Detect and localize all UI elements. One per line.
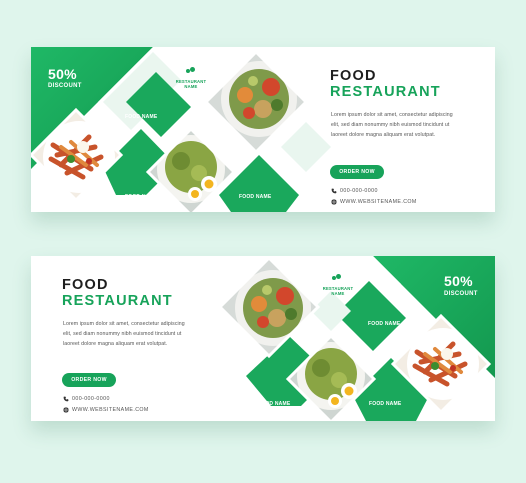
phone-contact: 000-000-0000 (331, 188, 378, 194)
order-now-button[interactable]: ORDER NOW (330, 165, 384, 179)
phone-number: 000-000-0000 (72, 396, 110, 402)
title-food: FOOD (330, 68, 377, 84)
food-name-label: FOOD NAME (368, 321, 401, 327)
description-line: Lorem ipsum dolor sit amet, consectetur … (63, 321, 185, 327)
food-name-tile-3 (219, 155, 299, 212)
description-line: laoreet dolore magna aliquam erat volutp… (63, 341, 168, 347)
website-url[interactable]: WWW.WEBSITENAME.COM (72, 407, 149, 413)
food-name-label: FOOD NAME (125, 194, 158, 200)
restaurant-logo-icon (186, 67, 195, 74)
title-food: FOOD (62, 277, 109, 293)
description-line: elit, sed diam nonummy nibh euismod tinc… (331, 122, 450, 128)
banner-top: 50% DISCOUNT RESTAURANT NAME FOOD NAME F… (31, 47, 495, 212)
food-name-label: FOOD NAME (369, 401, 402, 407)
website-contact: WWW.WEBSITENAME.COM (331, 199, 417, 205)
phone-number: 000-000-0000 (340, 188, 378, 194)
website-contact: WWW.WEBSITENAME.COM (63, 407, 149, 413)
phone-icon (331, 188, 337, 194)
restaurant-logo-icon (332, 274, 341, 281)
website-url[interactable]: WWW.WEBSITENAME.COM (340, 199, 417, 205)
order-now-button[interactable]: ORDER NOW (62, 373, 116, 387)
description-line: Lorem ipsum dolor sit amet, consectetur … (331, 112, 453, 118)
globe-icon (331, 199, 337, 205)
food-name-label: FOOD NAME (125, 114, 158, 120)
restaurant-name: RESTAURANT NAME (171, 79, 211, 89)
discount-label: DISCOUNT (48, 83, 82, 89)
restaurant-name-line2: NAME (184, 84, 198, 89)
discount-percent: 50% (48, 66, 77, 82)
title-restaurant: RESTAURANT (62, 293, 173, 309)
salad-photo (220, 258, 318, 356)
description-line: elit, sed diam nonummy nibh euismod tinc… (63, 331, 182, 337)
food-collage-top (31, 47, 331, 212)
phone-contact: 000-000-0000 (63, 396, 110, 402)
discount-percent: 50% (444, 273, 473, 289)
title-restaurant: RESTAURANT (330, 84, 441, 100)
banner-bottom: FOOD RESTAURANT Lorem ipsum dolor sit am… (31, 256, 495, 421)
globe-icon (63, 407, 69, 413)
food-name-label: FOOD NAME (239, 194, 272, 200)
discount-label: DISCOUNT (444, 291, 478, 297)
food-name-label: FOOD NAME (258, 401, 291, 407)
restaurant-name: RESTAURANT NAME (318, 286, 358, 296)
description-line: laoreet dolore magna aliquam erat volutp… (331, 132, 436, 138)
phone-icon (63, 396, 69, 402)
restaurant-name-line2: NAME (331, 291, 345, 296)
